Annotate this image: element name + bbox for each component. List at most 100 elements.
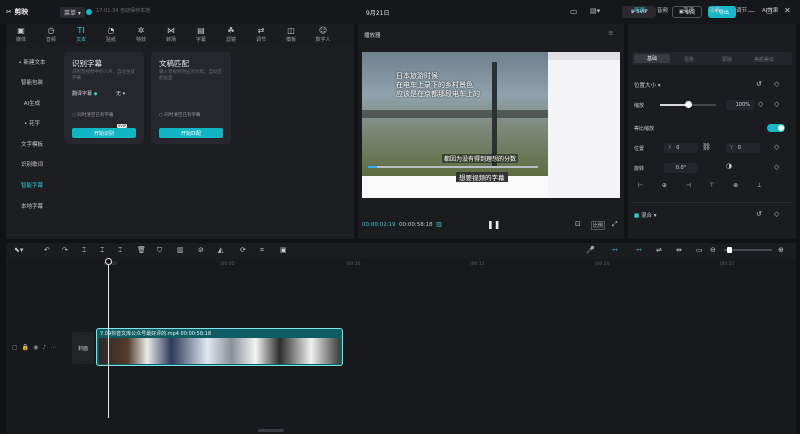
- link-icon[interactable]: ⛓: [702, 143, 711, 151]
- playhead[interactable]: [108, 260, 109, 418]
- tab-adjust[interactable]: 调节: [736, 6, 747, 14]
- align-left-icon[interactable]: ⊢: [638, 182, 643, 189]
- sidebar-item-smart-caption[interactable]: 智能字幕: [12, 179, 52, 191]
- tool-effects[interactable]: ✲ 特效: [128, 26, 154, 44]
- zoom-out-icon[interactable]: ⊖: [710, 246, 716, 254]
- scale-stepper-icon[interactable]: ◇: [758, 100, 763, 108]
- sidebar-item-new-text[interactable]: • 新建文本: [12, 56, 52, 68]
- align-hcenter-icon[interactable]: ⊕: [662, 182, 667, 189]
- microphone-icon[interactable]: 🎤: [586, 246, 595, 254]
- rotation-input[interactable]: 0.0°: [664, 163, 698, 173]
- reset-icon[interactable]: ↺: [756, 210, 762, 218]
- fit-icon[interactable]: ⊡: [575, 220, 581, 228]
- tool-digital-human[interactable]: ☺ 数字人: [308, 26, 338, 44]
- layout-icon[interactable]: ▤▾: [590, 7, 600, 15]
- keyframe-icon[interactable]: ◇: [774, 100, 779, 108]
- link-track-icon[interactable]: ⇌: [656, 246, 662, 254]
- freeze-icon[interactable]: ▥: [177, 246, 184, 254]
- tab-picture[interactable]: 画面: [634, 6, 645, 14]
- tool-filter[interactable]: ☘ 滤镜: [218, 26, 244, 44]
- sidebar-item-lyrics[interactable]: 识别歌词: [12, 158, 52, 170]
- split-icon[interactable]: ⌶: [82, 246, 86, 255]
- horizontal-scrollbar[interactable]: [258, 429, 284, 432]
- subtab-mask[interactable]: 蒙版: [722, 56, 732, 63]
- start-match-button[interactable]: 开始匹配: [159, 128, 223, 138]
- video-clip[interactable]: 7.09抖音文库公众号最好评的.mp4 00:00:58:18: [96, 328, 343, 366]
- tool-sticker[interactable]: ◔ 贴纸: [98, 26, 124, 44]
- tool-media[interactable]: ▣ 媒体: [8, 26, 34, 44]
- tab-speed[interactable]: 变速: [683, 6, 694, 14]
- tab-ai-effects[interactable]: AI效果: [762, 6, 778, 14]
- ratio-button[interactable]: 比例: [591, 221, 606, 230]
- tab-audio[interactable]: 音频: [657, 6, 668, 14]
- preview-axis-icon[interactable]: ⇹: [676, 246, 682, 254]
- crop-icon[interactable]: ⌗: [260, 246, 264, 255]
- tool-caption[interactable]: ▤ 字幕: [188, 26, 214, 44]
- tab-animation[interactable]: 动画: [709, 6, 720, 14]
- waveform-icon[interactable]: ▥: [436, 221, 442, 228]
- cover-button[interactable]: 封面: [72, 332, 94, 364]
- sidebar-item-ai-gen[interactable]: AI生成: [12, 97, 52, 109]
- reverse-icon[interactable]: ⊘: [198, 246, 204, 254]
- clear-existing-checkbox[interactable]: ○ 同时清空已有字幕: [72, 112, 113, 118]
- minimize-icon[interactable]: —: [748, 7, 755, 15]
- subtab-basic[interactable]: 基础: [634, 54, 670, 63]
- caption-track-icon[interactable]: ▭: [696, 246, 703, 254]
- align-top-icon[interactable]: ⊤: [709, 182, 714, 189]
- start-recognize-button[interactable]: 开始识别: [72, 128, 136, 138]
- undo-icon[interactable]: ↶: [44, 246, 50, 254]
- main-track-icon[interactable]: ⇿: [636, 246, 642, 254]
- frame-icon[interactable]: ▣: [280, 246, 287, 254]
- scale-input[interactable]: 100%: [726, 100, 754, 110]
- lock-icon[interactable]: 🔒: [22, 344, 33, 351]
- split-right-icon[interactable]: ⌶: [118, 246, 122, 255]
- scale-slider-handle[interactable]: [684, 101, 692, 108]
- delete-icon[interactable]: 🗑: [137, 246, 146, 254]
- auto-snap-icon[interactable]: ⇿: [612, 246, 618, 254]
- menu-button[interactable]: 菜单 ▾: [60, 7, 85, 18]
- sidebar-item-local-caption[interactable]: 本地字幕: [12, 200, 52, 212]
- fullscreen-icon[interactable]: ⤢: [612, 220, 618, 229]
- playhead-handle[interactable]: [105, 258, 112, 265]
- align-vcenter-icon[interactable]: ⊗: [733, 182, 738, 189]
- tool-transition[interactable]: ⋈ 转场: [158, 26, 184, 44]
- track-view-icon[interactable]: ▢: [12, 344, 22, 351]
- tool-adjust[interactable]: ⇄ 调节: [248, 26, 274, 44]
- keyframe-icon[interactable]: ◇: [774, 143, 779, 151]
- zoom-in-icon[interactable]: ⊕: [778, 246, 784, 254]
- sidebar-item-smart-pack[interactable]: 智能包装: [12, 76, 52, 88]
- blend-checkbox-icon[interactable]: ■: [634, 213, 639, 219]
- player-menu-icon[interactable]: ≡: [608, 29, 614, 37]
- uniform-scale-toggle[interactable]: [767, 124, 785, 132]
- more-icon[interactable]: ⋯: [50, 344, 60, 351]
- reset-icon[interactable]: ↺: [756, 80, 762, 88]
- subtab-beauty[interactable]: 美颜美体: [754, 56, 774, 63]
- rotation-dial-icon[interactable]: ◑: [726, 162, 732, 170]
- subtab-keying[interactable]: 抠像: [684, 56, 694, 63]
- translate-toggle[interactable]: 翻译字幕 ◆: [72, 90, 97, 97]
- close-icon[interactable]: ✕: [784, 6, 791, 15]
- keyframe-icon[interactable]: ◇: [774, 210, 779, 218]
- rotate-icon[interactable]: ⟳: [240, 246, 246, 254]
- shield-icon[interactable]: ⛉: [157, 246, 162, 255]
- mirror-icon[interactable]: ◭: [218, 246, 223, 254]
- pause-icon[interactable]: ❚❚: [487, 220, 500, 229]
- select-tool-icon[interactable]: ⬉▾: [14, 246, 23, 254]
- tool-template[interactable]: ◫ 模板: [278, 26, 304, 44]
- position-x-input[interactable]: X 0: [664, 143, 698, 153]
- keyframe-icon[interactable]: ◇: [774, 80, 779, 88]
- zoom-slider-handle[interactable]: [727, 247, 732, 253]
- monitor-icon[interactable]: ▭: [570, 7, 578, 16]
- clear-existing-checkbox[interactable]: ○ 同时清空已有字幕: [159, 112, 200, 118]
- language-select[interactable]: 无 ▾: [116, 90, 125, 97]
- video-preview[interactable]: 日本旅游时候 在电车上录下的乡村景色 应该是在京都那段电车上的 都因为没有得到理…: [362, 52, 620, 198]
- tool-audio[interactable]: ◷ 音频: [38, 26, 64, 44]
- split-left-icon[interactable]: ⌶: [100, 246, 104, 255]
- align-right-icon[interactable]: ⊣: [685, 182, 690, 189]
- align-bottom-icon[interactable]: ⊥: [757, 182, 762, 189]
- keyframe-icon[interactable]: ◇: [774, 163, 779, 171]
- position-y-input[interactable]: Y 0: [726, 143, 760, 153]
- tool-text[interactable]: TI 文本: [68, 26, 94, 44]
- redo-icon[interactable]: ↷: [62, 246, 68, 254]
- sidebar-item-text-template[interactable]: 文字模板: [12, 138, 52, 150]
